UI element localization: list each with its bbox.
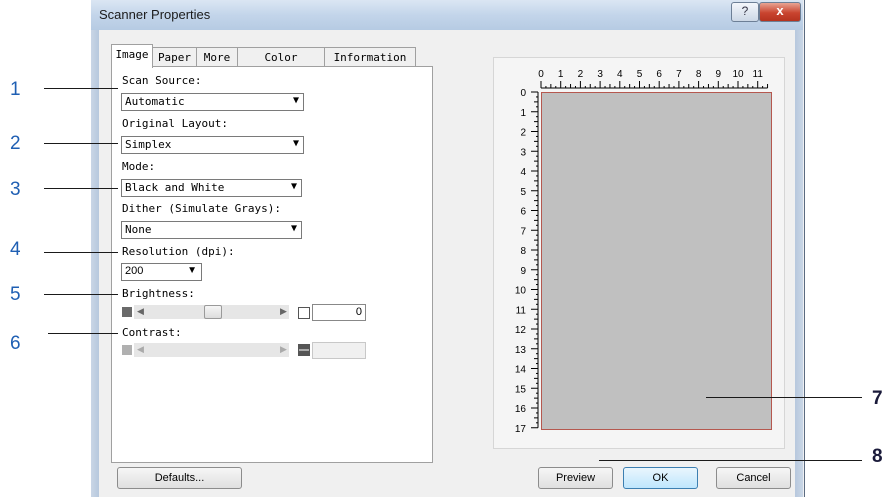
h-ruler-label: 3 — [597, 69, 603, 80]
h-ruler-label: 0 — [538, 69, 544, 80]
h-ruler-label: 10 — [732, 69, 744, 80]
callout-6-line — [48, 333, 118, 334]
v-ruler-label: 13 — [515, 345, 527, 356]
scan-page-preview[interactable] — [541, 92, 772, 430]
callout-6: 6 — [10, 333, 21, 354]
callout-2: 2 — [10, 133, 21, 154]
h-ruler-label: 9 — [716, 69, 722, 80]
v-ruler-label: 7 — [520, 226, 526, 237]
v-ruler-label: 12 — [515, 325, 527, 336]
callout-5: 5 — [10, 284, 21, 305]
callout-1: 1 — [10, 79, 21, 100]
h-ruler-label: 4 — [617, 69, 623, 80]
h-ruler-label: 8 — [696, 69, 702, 80]
v-ruler-label: 8 — [520, 246, 526, 257]
h-ruler-label: 7 — [676, 69, 682, 80]
callout-8-line — [599, 460, 862, 461]
callout-3-line — [44, 188, 118, 189]
callout-2-line — [44, 143, 118, 144]
v-ruler-label: 6 — [520, 207, 526, 218]
callout-4: 4 — [10, 239, 21, 260]
v-ruler-label: 14 — [515, 365, 527, 376]
v-ruler-label: 2 — [520, 128, 526, 139]
callout-8: 8 — [872, 446, 883, 467]
v-ruler-label: 16 — [515, 404, 527, 415]
h-ruler-label: 6 — [656, 69, 662, 80]
h-ruler-label: 1 — [558, 69, 564, 80]
tab-image[interactable]: Image — [111, 44, 153, 68]
h-ruler-label: 11 — [753, 69, 764, 80]
h-ruler-label: 2 — [578, 69, 584, 80]
v-ruler-label: 9 — [520, 266, 526, 277]
v-ruler-label: 15 — [515, 384, 527, 395]
callout-5-line — [44, 294, 118, 295]
v-ruler-label: 10 — [515, 286, 527, 297]
callout-1-line — [44, 88, 118, 89]
callout-7-line — [706, 397, 862, 398]
h-ruler-label: 5 — [637, 69, 643, 80]
callout-7: 7 — [872, 388, 883, 409]
v-ruler-label: 3 — [520, 147, 526, 158]
v-ruler-label: 17 — [515, 424, 527, 435]
v-ruler-label: 0 — [520, 88, 526, 99]
v-ruler-label: 5 — [520, 187, 526, 198]
callout-4-line — [44, 252, 118, 253]
v-ruler-label: 11 — [516, 305, 527, 316]
callout-3: 3 — [10, 179, 21, 200]
v-ruler-label: 4 — [520, 167, 526, 178]
v-ruler-label: 1 — [520, 108, 526, 119]
